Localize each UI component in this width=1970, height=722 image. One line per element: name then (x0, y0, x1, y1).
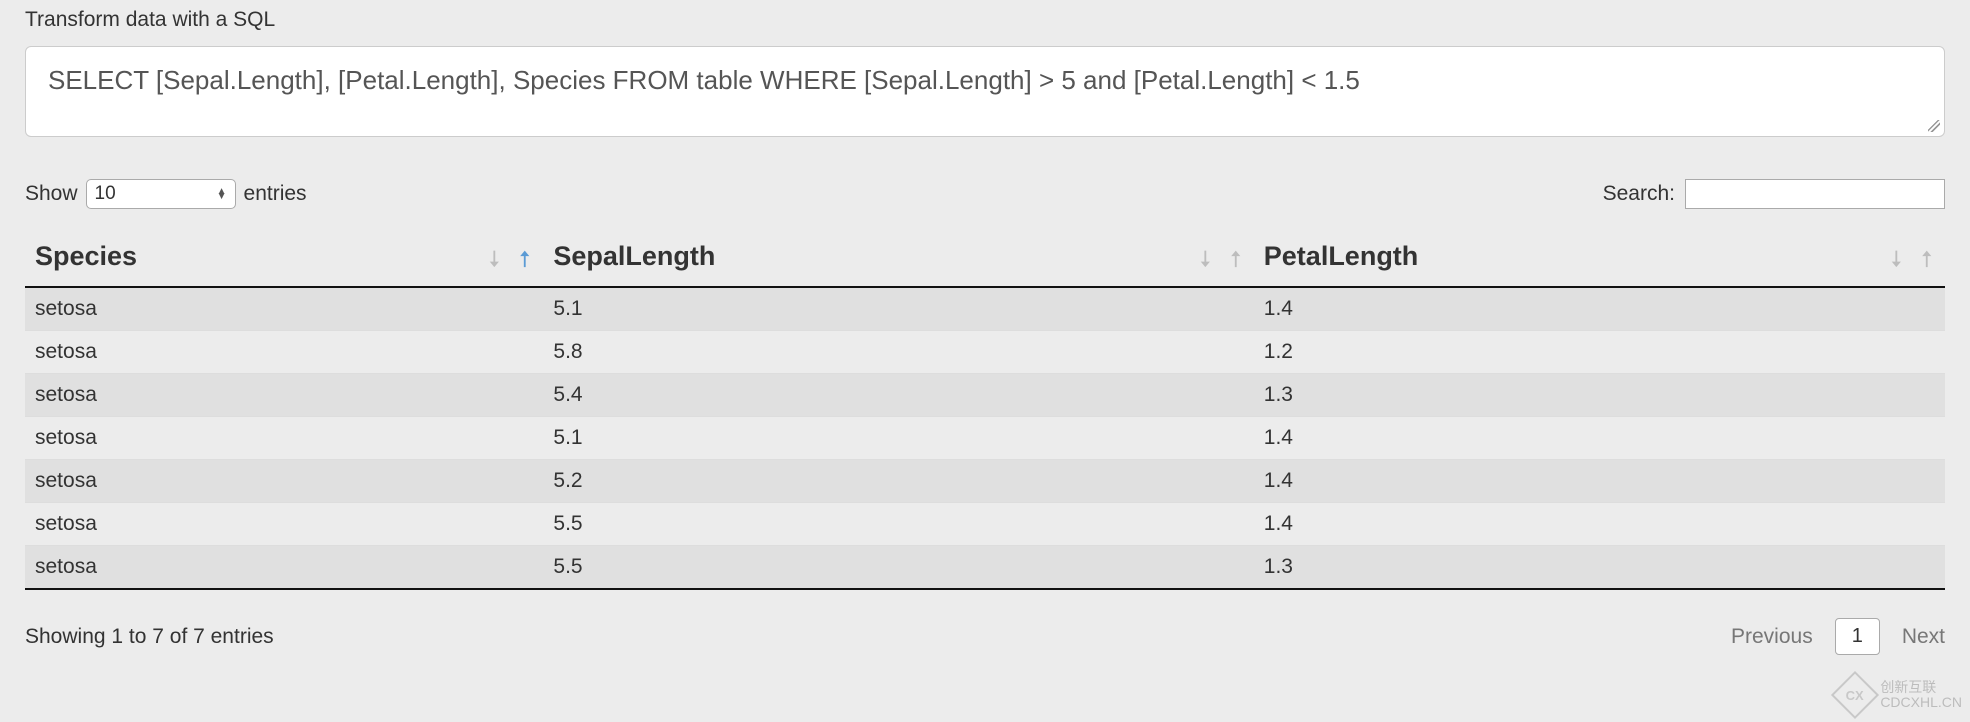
col-label: SepalLength (553, 241, 715, 271)
table-row: setosa5.21.4 (25, 460, 1945, 503)
table-row: setosa5.81.2 (25, 331, 1945, 374)
cell-petal: 1.4 (1254, 460, 1945, 503)
watermark-sub: CDCXHL.CN (1880, 695, 1962, 710)
cell-petal: 1.2 (1254, 331, 1945, 374)
cell-sepal: 5.2 (543, 460, 1253, 503)
cell-species: setosa (25, 503, 543, 546)
cell-sepal: 5.8 (543, 331, 1253, 374)
cell-species: setosa (25, 417, 543, 460)
cell-petal: 1.3 (1254, 546, 1945, 590)
col-header-sepal-length[interactable]: SepalLength (543, 229, 1253, 287)
cell-species: setosa (25, 460, 543, 503)
sort-icon (1889, 247, 1935, 269)
cell-species: setosa (25, 331, 543, 374)
length-prefix: Show (25, 182, 78, 206)
select-arrows-icon: ▲▼ (217, 189, 227, 199)
watermark-brand: 创新互联 (1880, 680, 1962, 695)
cell-sepal: 5.1 (543, 417, 1253, 460)
col-label: Species (35, 241, 137, 271)
table-row: setosa5.11.4 (25, 287, 1945, 331)
cell-petal: 1.3 (1254, 374, 1945, 417)
page-length-select[interactable]: 10 ▲▼ (86, 179, 236, 209)
search-input[interactable] (1685, 179, 1945, 209)
length-suffix: entries (244, 182, 307, 206)
section-title: Transform data with a SQL (25, 0, 1945, 46)
cell-sepal: 5.5 (543, 503, 1253, 546)
table-row: setosa5.11.4 (25, 417, 1945, 460)
prev-button[interactable]: Previous (1731, 625, 1813, 649)
table-row: setosa5.41.3 (25, 374, 1945, 417)
cell-petal: 1.4 (1254, 417, 1945, 460)
cell-species: setosa (25, 546, 543, 590)
col-header-petal-length[interactable]: PetalLength (1254, 229, 1945, 287)
page-length-value: 10 (95, 183, 116, 205)
page-number-button[interactable]: 1 (1835, 618, 1880, 655)
cell-species: setosa (25, 374, 543, 417)
cell-sepal: 5.5 (543, 546, 1253, 590)
pagination: Previous 1 Next (1731, 618, 1945, 655)
sort-icon (487, 247, 533, 269)
cell-petal: 1.4 (1254, 287, 1945, 331)
col-label: PetalLength (1264, 241, 1419, 271)
search-control: Search: (1603, 179, 1945, 209)
table-row: setosa5.51.4 (25, 503, 1945, 546)
sql-textarea[interactable]: SELECT [Sepal.Length], [Petal.Length], S… (25, 46, 1945, 137)
col-header-species[interactable]: Species (25, 229, 543, 287)
table-row: setosa5.51.3 (25, 546, 1945, 590)
table-info: Showing 1 to 7 of 7 entries (25, 625, 274, 649)
cell-sepal: 5.1 (543, 287, 1253, 331)
cell-species: setosa (25, 287, 543, 331)
next-button[interactable]: Next (1902, 625, 1945, 649)
cell-petal: 1.4 (1254, 503, 1945, 546)
watermark: CX 创新互联 CDCXHL.CN (1838, 678, 1962, 712)
page-length-control: Show 10 ▲▼ entries (25, 179, 307, 209)
watermark-logo-icon: CX (1831, 671, 1879, 719)
cell-sepal: 5.4 (543, 374, 1253, 417)
search-label: Search: (1603, 182, 1675, 206)
sort-icon (1198, 247, 1244, 269)
results-table: Species SepalLength PetalLength (25, 229, 1945, 590)
